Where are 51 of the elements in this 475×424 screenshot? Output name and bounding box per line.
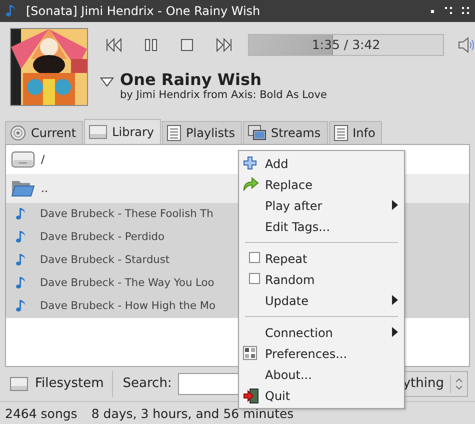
pause-icon [144, 38, 158, 52]
menu-item[interactable]: About... [239, 364, 404, 385]
drive-icon [10, 376, 28, 391]
music-note-icon [16, 253, 28, 268]
tab[interactable]: Library [84, 118, 162, 144]
stop-icon [180, 38, 194, 52]
volume-icon[interactable] [458, 36, 475, 53]
expander-icon[interactable] [100, 76, 114, 87]
document-icon [334, 124, 348, 141]
music-note-icon [16, 230, 28, 244]
menu-item[interactable]: Preferences... [239, 343, 404, 364]
disc-icon [10, 124, 26, 141]
search-label: Search: [122, 376, 172, 392]
drive-icon [89, 124, 108, 139]
maximize-icon[interactable] [445, 7, 452, 14]
preferences-icon [243, 346, 257, 360]
checkbox[interactable] [249, 252, 260, 263]
search-scope-dropdown[interactable]: ything [402, 370, 468, 397]
computer-icon [248, 124, 266, 141]
song-count: 2464 songs [5, 406, 78, 421]
filesystem-button[interactable]: Filesystem [10, 370, 113, 397]
close-icon[interactable] [462, 7, 469, 14]
plus-icon [243, 156, 257, 170]
music-note-icon [16, 207, 28, 222]
progress-bar[interactable]: 1:35 / 3:42 [248, 34, 444, 56]
music-note-icon [6, 4, 18, 18]
exit-icon [243, 388, 259, 404]
window-title: [Sonata] Jimi Hendrix - One Rainy Wish [26, 4, 262, 18]
checkbox[interactable] [249, 273, 260, 284]
arrow-icon [243, 177, 259, 191]
minimize-icon[interactable] [431, 8, 435, 13]
total-duration: 8 days, 3 hours, and 56 minutes [91, 406, 294, 421]
music-note-icon [16, 276, 28, 290]
tab[interactable]: Streams [242, 120, 328, 144]
drive-icon [11, 149, 35, 170]
folder-icon [11, 178, 35, 198]
up-down-arrows-icon [455, 376, 463, 391]
menu-item[interactable]: Repeat [239, 248, 404, 269]
document-icon [167, 124, 182, 141]
time-label: 1:35 / 3:42 [310, 36, 382, 52]
music-note-icon [16, 299, 28, 314]
track-info: by Jimi Hendrix from Axis: Bold As Love [120, 88, 327, 101]
tab[interactable]: Playlists [162, 120, 242, 144]
tab[interactable]: Current [5, 120, 84, 144]
menu-item[interactable]: Random [239, 269, 404, 290]
menu-item[interactable]: Connection [239, 322, 404, 343]
tab[interactable]: Info [328, 120, 382, 144]
menu-item[interactable]: Add [239, 153, 404, 174]
track-title: One Rainy Wish [120, 70, 262, 89]
menu-item[interactable]: Quit [239, 385, 404, 406]
menu-item[interactable]: Replace [239, 174, 404, 195]
